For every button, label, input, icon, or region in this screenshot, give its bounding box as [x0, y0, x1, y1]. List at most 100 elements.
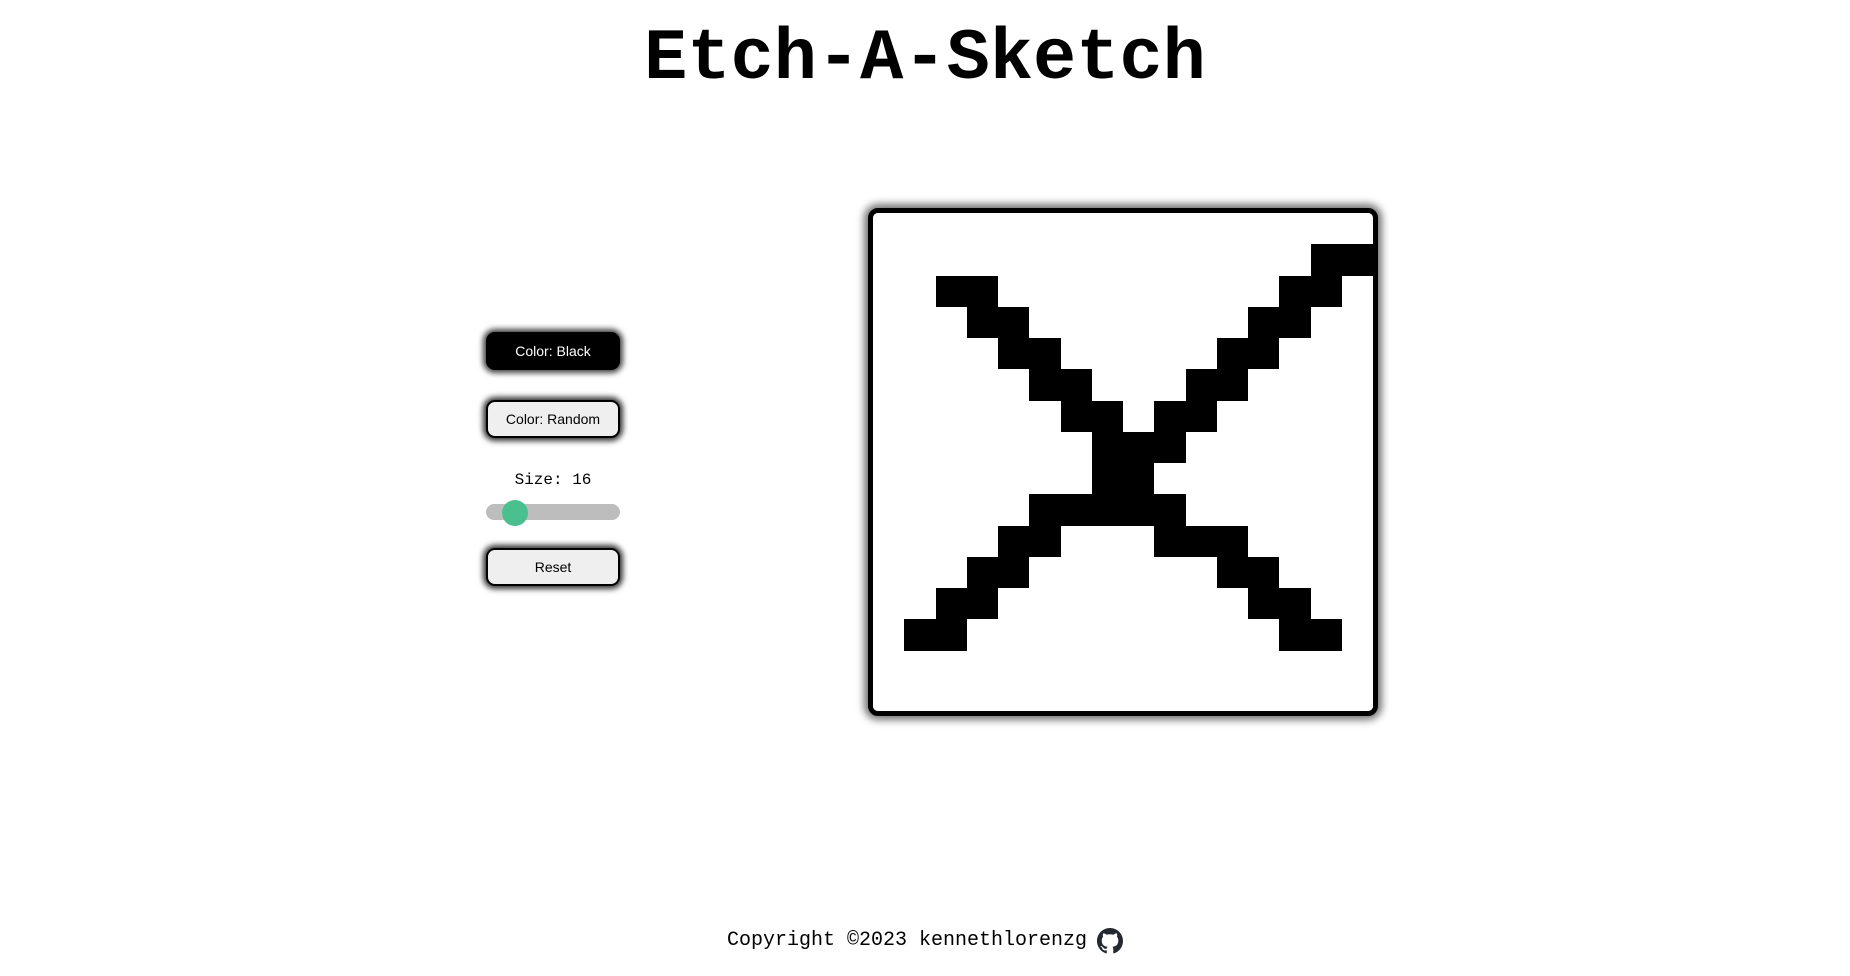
- grid-cell[interactable]: [966, 650, 998, 682]
- grid-cell[interactable]: [935, 588, 967, 620]
- grid-cell[interactable]: [966, 681, 998, 711]
- grid-cell[interactable]: [1029, 338, 1061, 370]
- grid-cell[interactable]: [1310, 650, 1342, 682]
- grid-cell[interactable]: [1060, 681, 1092, 711]
- grid-cell[interactable]: [1279, 213, 1311, 245]
- grid-cell[interactable]: [1185, 275, 1217, 307]
- grid-cell[interactable]: [1123, 338, 1155, 370]
- size-slider-thumb[interactable]: [502, 500, 529, 526]
- grid-cell[interactable]: [1279, 275, 1311, 307]
- reset-button[interactable]: Reset: [486, 548, 620, 586]
- grid-cell[interactable]: [1091, 369, 1123, 401]
- grid-cell[interactable]: [998, 275, 1030, 307]
- grid-cell[interactable]: [935, 619, 967, 651]
- grid-cell[interactable]: [904, 213, 936, 245]
- grid-cell[interactable]: [1154, 463, 1186, 495]
- grid-cell[interactable]: [1060, 400, 1092, 432]
- grid-cell[interactable]: [1185, 556, 1217, 588]
- grid-cell[interactable]: [935, 463, 967, 495]
- grid-cell[interactable]: [1029, 275, 1061, 307]
- grid-cell[interactable]: [1248, 619, 1280, 651]
- grid-cell[interactable]: [1029, 213, 1061, 245]
- grid-cell[interactable]: [935, 556, 967, 588]
- grid-cell[interactable]: [1216, 306, 1248, 338]
- grid-cell[interactable]: [1216, 463, 1248, 495]
- grid-cell[interactable]: [1248, 275, 1280, 307]
- grid-cell[interactable]: [1029, 650, 1061, 682]
- grid-cell[interactable]: [966, 525, 998, 557]
- grid-cell[interactable]: [966, 588, 998, 620]
- grid-cell[interactable]: [1091, 650, 1123, 682]
- grid-cell[interactable]: [904, 431, 936, 463]
- grid-cell[interactable]: [904, 619, 936, 651]
- grid-cell[interactable]: [1123, 619, 1155, 651]
- grid-cell[interactable]: [1185, 213, 1217, 245]
- grid-cell[interactable]: [966, 494, 998, 526]
- grid-cell[interactable]: [966, 275, 998, 307]
- grid-cell[interactable]: [1341, 619, 1373, 651]
- grid-cell[interactable]: [998, 494, 1030, 526]
- grid-cell[interactable]: [1060, 525, 1092, 557]
- grid-cell[interactable]: [1060, 556, 1092, 588]
- grid-cell[interactable]: [1216, 619, 1248, 651]
- grid-cell[interactable]: [1216, 650, 1248, 682]
- grid-cell[interactable]: [1060, 650, 1092, 682]
- grid-cell[interactable]: [873, 275, 905, 307]
- grid-cell[interactable]: [873, 463, 905, 495]
- grid-cell[interactable]: [1279, 525, 1311, 557]
- grid-cell[interactable]: [873, 244, 905, 276]
- grid-cell[interactable]: [1216, 369, 1248, 401]
- grid-cell[interactable]: [966, 431, 998, 463]
- grid-cell[interactable]: [1154, 306, 1186, 338]
- grid-cell[interactable]: [1185, 244, 1217, 276]
- grid-cell[interactable]: [1216, 681, 1248, 711]
- grid-cell[interactable]: [873, 369, 905, 401]
- grid-cell[interactable]: [1310, 275, 1342, 307]
- grid-cell[interactable]: [1310, 556, 1342, 588]
- grid-cell[interactable]: [873, 213, 905, 245]
- grid-cell[interactable]: [966, 244, 998, 276]
- grid-cell[interactable]: [1310, 525, 1342, 557]
- grid-cell[interactable]: [1216, 400, 1248, 432]
- grid-cell[interactable]: [935, 681, 967, 711]
- grid-cell[interactable]: [998, 556, 1030, 588]
- grid-cell[interactable]: [1185, 338, 1217, 370]
- grid-cell[interactable]: [1310, 431, 1342, 463]
- grid-cell[interactable]: [904, 650, 936, 682]
- grid-cell[interactable]: [1123, 588, 1155, 620]
- grid-cell[interactable]: [1154, 494, 1186, 526]
- grid-cell[interactable]: [1154, 556, 1186, 588]
- grid-cell[interactable]: [1279, 369, 1311, 401]
- grid-cell[interactable]: [1248, 369, 1280, 401]
- grid-cell[interactable]: [1310, 369, 1342, 401]
- grid-cell[interactable]: [1091, 588, 1123, 620]
- grid-cell[interactable]: [1279, 556, 1311, 588]
- grid-cell[interactable]: [1248, 463, 1280, 495]
- grid-cell[interactable]: [1341, 463, 1373, 495]
- grid-cell[interactable]: [904, 244, 936, 276]
- grid-cell[interactable]: [998, 650, 1030, 682]
- grid-cell[interactable]: [1185, 463, 1217, 495]
- grid-cell[interactable]: [1154, 244, 1186, 276]
- grid-cell[interactable]: [904, 494, 936, 526]
- grid-cell[interactable]: [1123, 275, 1155, 307]
- grid-cell[interactable]: [1248, 400, 1280, 432]
- grid-cell[interactable]: [1091, 431, 1123, 463]
- grid-cell[interactable]: [1029, 556, 1061, 588]
- grid-cell[interactable]: [1341, 338, 1373, 370]
- grid-cell[interactable]: [1060, 588, 1092, 620]
- grid-cell[interactable]: [1341, 306, 1373, 338]
- grid-cell[interactable]: [998, 463, 1030, 495]
- grid-cell[interactable]: [1029, 463, 1061, 495]
- grid-cell[interactable]: [1185, 369, 1217, 401]
- grid-cell[interactable]: [1279, 244, 1311, 276]
- grid-cell[interactable]: [1310, 213, 1342, 245]
- grid-cell[interactable]: [1216, 213, 1248, 245]
- grid-cell[interactable]: [1123, 556, 1155, 588]
- grid-cell[interactable]: [1341, 681, 1373, 711]
- grid-cell[interactable]: [1216, 588, 1248, 620]
- grid-cell[interactable]: [1154, 400, 1186, 432]
- grid-cell[interactable]: [935, 400, 967, 432]
- grid-cell[interactable]: [1310, 619, 1342, 651]
- grid-cell[interactable]: [1029, 681, 1061, 711]
